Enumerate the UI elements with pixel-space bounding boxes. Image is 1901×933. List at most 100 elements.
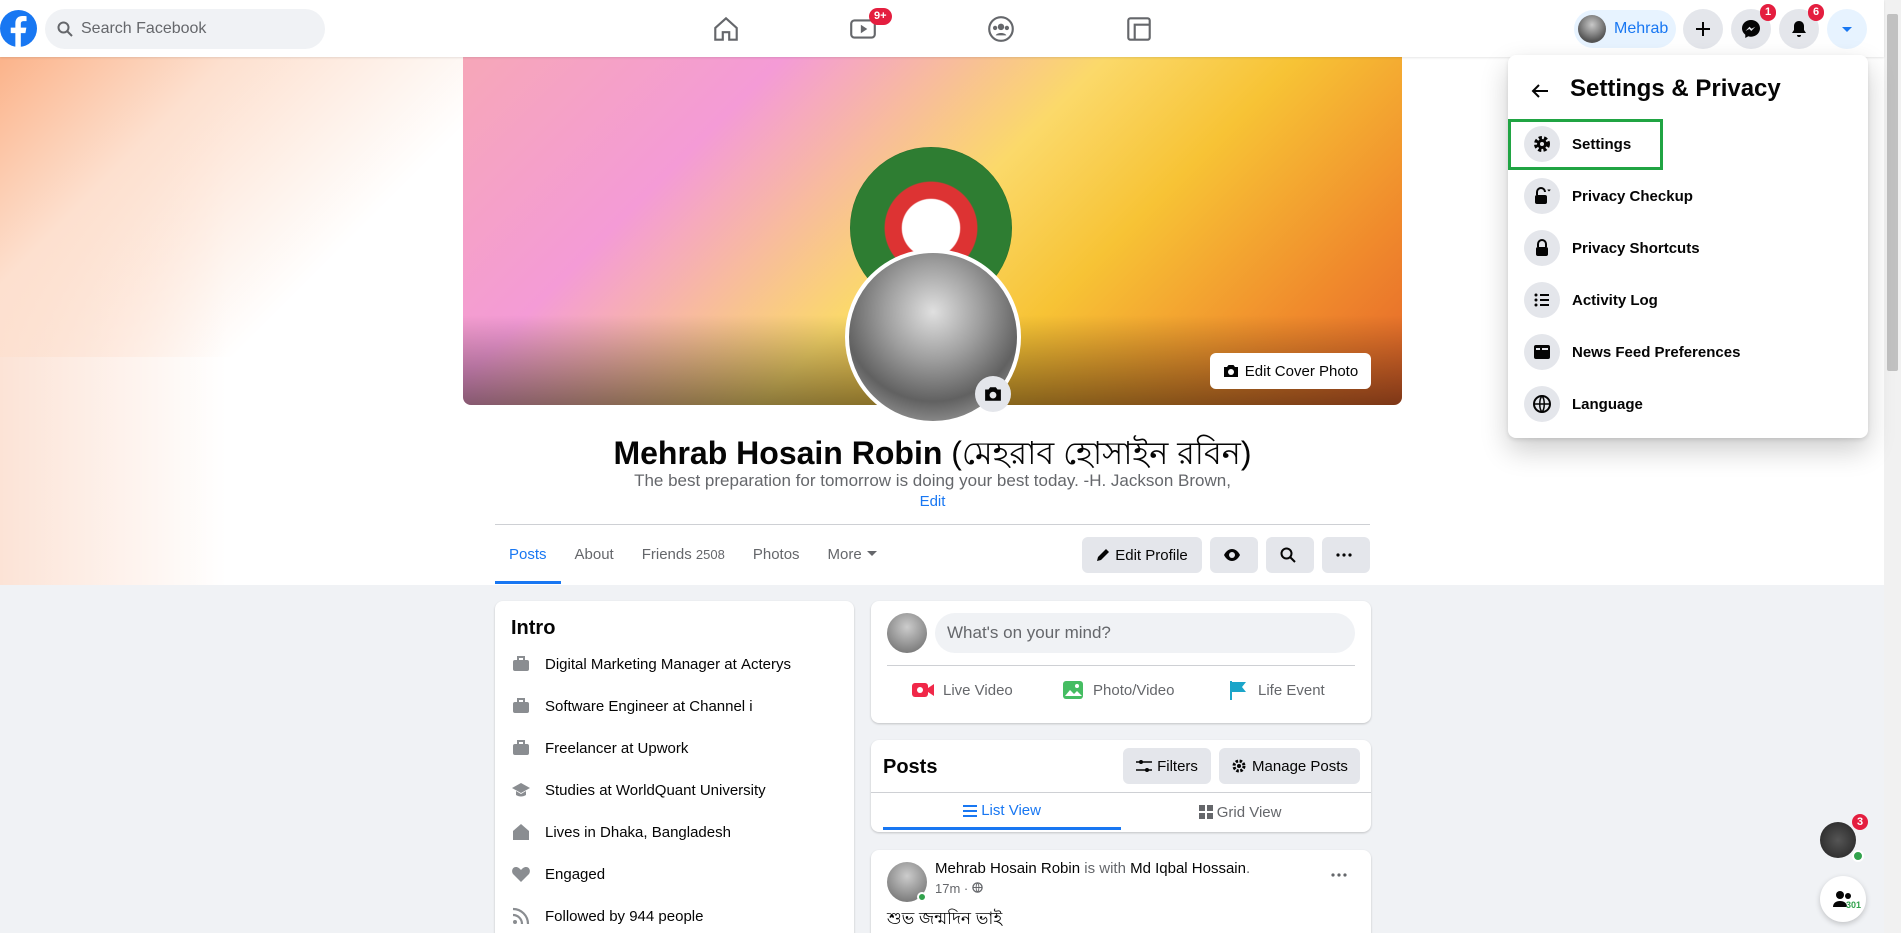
friends-count: 2508	[695, 547, 725, 562]
post-timestamp[interactable]: 17m ·	[935, 881, 983, 896]
tab-list-view[interactable]: List View	[883, 794, 1121, 830]
intro-item-value[interactable]: 944 people	[629, 908, 703, 925]
intro-item-prefix: Engaged	[545, 865, 606, 883]
create-button[interactable]	[1683, 9, 1723, 49]
live-video-icon	[912, 683, 934, 697]
more-options-button[interactable]	[1322, 537, 1370, 573]
profile-bio: The best preparation for tomorrow is doi…	[634, 471, 1231, 490]
intro-item-value[interactable]: Dhaka, Bangladesh	[600, 824, 731, 841]
edit-cover-label: Edit Cover Photo	[1244, 362, 1359, 380]
gaming-icon[interactable]	[1124, 14, 1154, 44]
intro-item: Digital Marketing Manager at Acterys	[511, 654, 791, 674]
lock-heart-icon	[1535, 187, 1551, 204]
eye-icon	[1223, 549, 1240, 561]
menu-item-label: Language	[1572, 395, 1643, 413]
live-video-button[interactable]: Live Video	[911, 679, 1013, 701]
briefcase-icon	[513, 656, 529, 671]
photo-video-button[interactable]: Photo/Video	[1061, 679, 1174, 701]
tab-photos-label: Photos	[752, 546, 800, 563]
intro-item-value[interactable]: Channel i	[689, 698, 752, 715]
photo-icon	[1063, 681, 1083, 699]
list-icon	[963, 804, 978, 817]
graduation-cap-icon	[512, 783, 530, 797]
intro-item-value[interactable]: Upwork	[638, 740, 689, 757]
rss-icon	[512, 907, 530, 925]
menu-title: Settings & Privacy	[1570, 75, 1781, 102]
edit-profile-button[interactable]: Edit Profile	[1082, 537, 1202, 573]
tab-more[interactable]: More	[814, 538, 892, 584]
plus-icon	[1696, 22, 1710, 36]
view-as-button[interactable]	[1210, 537, 1258, 573]
search-profile-button[interactable]	[1266, 537, 1314, 573]
filters-label: Filters	[1157, 757, 1198, 775]
cover-glow	[0, 57, 463, 357]
tab-posts[interactable]: Posts	[495, 538, 561, 584]
manage-posts-label: Manage Posts	[1252, 757, 1348, 775]
search-placeholder: Search Facebook	[81, 20, 207, 37]
caret-down-icon	[1842, 27, 1852, 32]
intro-item: Software Engineer at Channel i	[511, 696, 753, 716]
home-icon[interactable]	[711, 14, 741, 44]
groups-icon[interactable]	[986, 14, 1016, 44]
intro-item-prefix: Digital Marketing Manager at	[545, 655, 737, 673]
online-status-dot	[1852, 850, 1864, 862]
composer-input[interactable]: What's on your mind?	[935, 613, 1355, 653]
tab-photos[interactable]: Photos	[739, 538, 814, 584]
globe-icon	[1533, 395, 1551, 413]
photo-video-label: Photo/Video	[1093, 681, 1175, 699]
edit-cover-photo-button[interactable]: Edit Cover Photo	[1210, 353, 1371, 389]
post-author[interactable]: Mehrab Hosain Robin	[935, 860, 1080, 877]
intro-card: Intro Digital Marketing Manager at Acter…	[495, 601, 854, 933]
post-card: Mehrab Hosain Robin is with Md Iqbal Hos…	[871, 850, 1371, 933]
profile-shortcut[interactable]: Mehrab	[1574, 10, 1676, 48]
life-event-button[interactable]: Life Event	[1228, 679, 1325, 701]
scrollbar-thumb[interactable]	[1887, 14, 1898, 371]
menu-item-privacy-shortcuts[interactable]: Privacy Shortcuts	[1524, 226, 1854, 270]
chat-head[interactable]	[1820, 822, 1856, 858]
list-icon	[1534, 293, 1549, 307]
more-icon	[1331, 873, 1347, 877]
divider	[887, 665, 1355, 666]
tab-grid-view[interactable]: Grid View	[1121, 794, 1359, 830]
facebook-logo-icon[interactable]	[0, 10, 37, 47]
menu-item-privacy-checkup[interactable]: Privacy Checkup	[1524, 174, 1854, 218]
watch-badge: 9+	[869, 8, 892, 25]
filters-button[interactable]: Filters	[1123, 748, 1211, 784]
grid-view-label: Grid View	[1216, 803, 1282, 821]
edit-bio-link[interactable]: Edit	[463, 493, 1402, 510]
menu-item-activity-log[interactable]: Activity Log	[1524, 278, 1854, 322]
intro-item: Studies at WorldQuant University	[511, 780, 766, 800]
gear-icon	[1232, 759, 1246, 773]
manage-posts-button[interactable]: Manage Posts	[1219, 748, 1360, 784]
menu-item-news-feed-preferences[interactable]: News Feed Preferences	[1524, 330, 1854, 374]
intro-item-prefix: Freelancer at	[545, 739, 634, 757]
search-input[interactable]: Search Facebook	[45, 9, 325, 49]
intro-item-value[interactable]: WorldQuant University	[616, 782, 766, 799]
menu-item-label: Activity Log	[1572, 291, 1658, 309]
briefcase-icon	[513, 698, 529, 713]
live-video-label: Live Video	[943, 681, 1013, 699]
intro-item-value[interactable]: Acterys	[741, 656, 791, 673]
menu-item-language[interactable]: Language	[1524, 382, 1854, 426]
account-menu-button[interactable]	[1827, 9, 1867, 49]
post-options-button[interactable]	[1331, 860, 1347, 883]
contacts-button[interactable]: 301	[1820, 876, 1866, 922]
avatar[interactable]	[887, 613, 927, 653]
intro-title: Intro	[511, 617, 556, 639]
post-tagged-user[interactable]: Md Iqbal Hossain	[1130, 860, 1246, 877]
grid-icon	[1198, 805, 1213, 819]
chat-head-badge: 3	[1852, 814, 1869, 830]
tab-friends[interactable]: Friends 2508	[628, 538, 739, 584]
profile-shortcut-name: Mehrab	[1614, 20, 1669, 37]
lock-icon	[1536, 239, 1548, 256]
sliders-icon	[1136, 760, 1153, 772]
tab-about[interactable]: About	[561, 538, 628, 584]
post-tagged-suffix: .	[1246, 860, 1251, 877]
back-button[interactable]	[1526, 77, 1554, 105]
update-profile-picture-button[interactable]	[975, 376, 1011, 412]
intro-item-prefix: Followed by	[545, 907, 626, 925]
post-composer: What's on your mind? Live Video Photo/Vi…	[871, 601, 1371, 723]
list-view-label: List View	[981, 802, 1041, 819]
life-event-label: Life Event	[1258, 681, 1325, 699]
globe-icon	[972, 882, 983, 893]
